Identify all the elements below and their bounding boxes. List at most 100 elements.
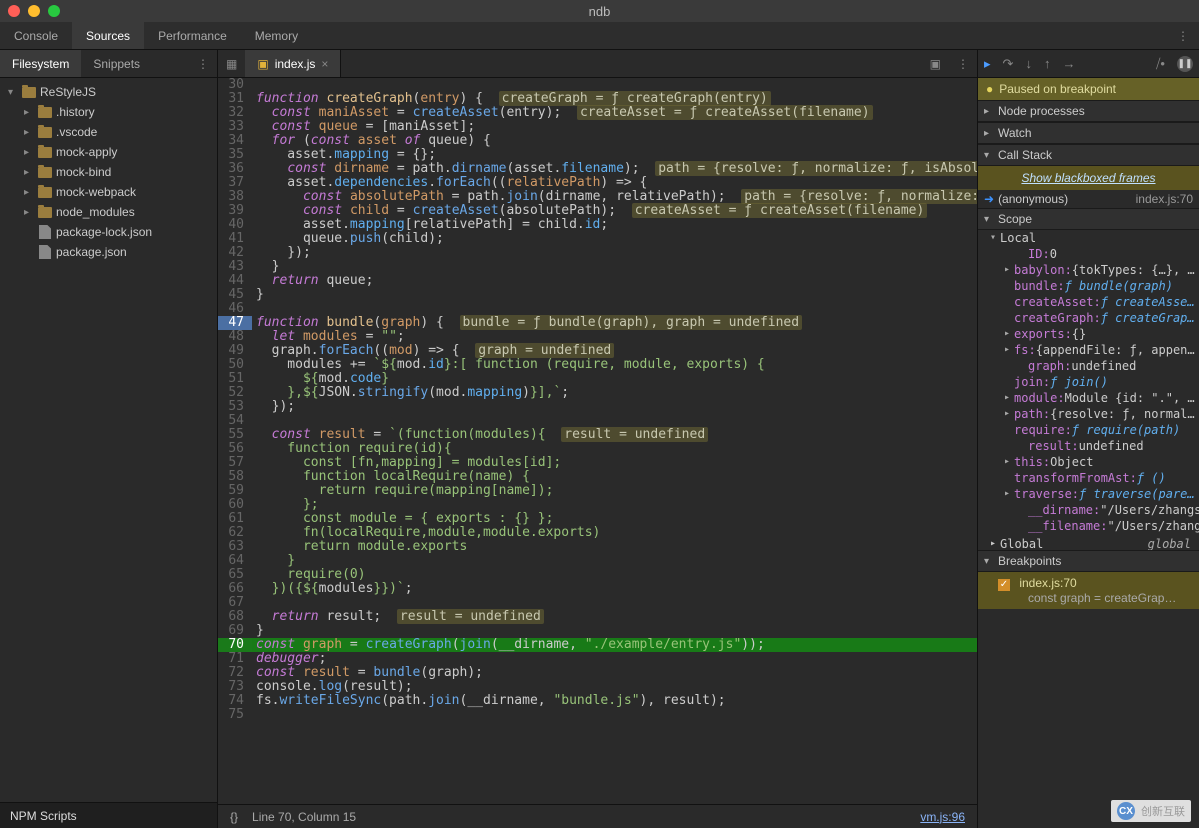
code-line[interactable]: } [252, 554, 977, 568]
code-line[interactable]: return require(mapping[name]); [252, 484, 977, 498]
scope-local[interactable]: ▾Local [982, 230, 1199, 246]
folder-node[interactable]: ▸mock-bind [0, 162, 217, 182]
code-line[interactable]: return result; result = undefined [252, 610, 977, 624]
line-number[interactable]: 63 [218, 540, 252, 554]
code-line[interactable]: const graph = createGraph(join(__dirname… [252, 638, 977, 652]
line-number[interactable]: 53 [218, 400, 252, 414]
code-line[interactable]: function require(id){ [252, 442, 977, 456]
folder-node[interactable]: ▸mock-apply [0, 142, 217, 162]
line-number[interactable]: 66 [218, 582, 252, 596]
section-call-stack[interactable]: ▾Call Stack [978, 144, 1199, 166]
scope-variable[interactable]: createAsset: ƒ createAsse… [982, 294, 1199, 310]
close-tab-icon[interactable]: × [321, 57, 328, 71]
tab-performance[interactable]: Performance [144, 22, 241, 49]
line-number[interactable]: 60 [218, 498, 252, 512]
line-number[interactable]: 48 [218, 330, 252, 344]
tab-console[interactable]: Console [0, 22, 72, 49]
callstack-frame[interactable]: ➜ (anonymous) index.js:70 [978, 190, 1199, 208]
section-scope[interactable]: ▾Scope [978, 208, 1199, 230]
code-line[interactable]: const result = bundle(graph); [252, 666, 977, 680]
scope-variable[interactable]: result: undefined [982, 438, 1199, 454]
line-number[interactable]: 57 [218, 456, 252, 470]
line-number[interactable]: 50 [218, 358, 252, 372]
scope-variable[interactable]: join: ƒ join() [982, 374, 1199, 390]
code-line[interactable]: const queue = [maniAsset]; [252, 120, 977, 134]
code-line[interactable]: console.log(result); [252, 680, 977, 694]
code-line[interactable]: asset.mapping[relativePath] = child.id; [252, 218, 977, 232]
zoom-window-icon[interactable] [48, 5, 60, 17]
line-number[interactable]: 42 [218, 246, 252, 260]
code-line[interactable]: debugger; [252, 652, 977, 666]
pretty-print-icon[interactable]: {} [230, 810, 238, 824]
scope-variable[interactable]: bundle: ƒ bundle(graph) [982, 278, 1199, 294]
scope-variable[interactable]: graph: undefined [982, 358, 1199, 374]
scope-variable[interactable]: ID: 0 [982, 246, 1199, 262]
scope-global[interactable]: ▸ Global global [982, 534, 1199, 550]
line-number[interactable]: 65 [218, 568, 252, 582]
scope-variable[interactable]: ▸traverse: ƒ traverse(pare… [982, 486, 1199, 502]
scope-variable[interactable]: require: ƒ require(path) [982, 422, 1199, 438]
line-number[interactable]: 51 [218, 372, 252, 386]
tab-sources[interactable]: Sources [72, 22, 144, 49]
line-number[interactable]: 64 [218, 554, 252, 568]
scope-variable[interactable]: __dirname: "/Users/zhangs… [982, 502, 1199, 518]
scope-variable[interactable]: ▸module: Module {id: ".", … [982, 390, 1199, 406]
line-number[interactable]: 68 [218, 610, 252, 624]
scope-variable[interactable]: ▸this: Object [982, 454, 1199, 470]
code-line[interactable]: }); [252, 246, 977, 260]
line-number[interactable]: 75 [218, 708, 252, 722]
section-watch[interactable]: ▸Watch [978, 122, 1199, 144]
line-number[interactable]: 73 [218, 680, 252, 694]
line-number[interactable]: 46 [218, 302, 252, 316]
show-blackboxed-frames[interactable]: Show blackboxed frames [978, 168, 1199, 188]
code-line[interactable]: asset.dependencies.forEach((relativePath… [252, 176, 977, 190]
tab-filesystem[interactable]: Filesystem [0, 50, 81, 77]
line-number[interactable]: 33 [218, 120, 252, 134]
folder-node[interactable]: ▸mock-webpack [0, 182, 217, 202]
code-line[interactable]: const maniAsset = createAsset(entry); cr… [252, 106, 977, 120]
step-out-icon[interactable]: ↑ [1044, 56, 1051, 71]
line-number[interactable]: 70 [218, 638, 252, 652]
step-icon[interactable]: → [1062, 56, 1075, 71]
code-editor[interactable]: 3031function createGraph(entry) { create… [218, 78, 977, 804]
breakpoint-item[interactable]: ✓ index.js:70 const graph = createGrap… [978, 574, 1199, 607]
close-window-icon[interactable] [8, 5, 20, 17]
code-line[interactable]: ${mod.code} [252, 372, 977, 386]
step-into-icon[interactable]: ↓ [1025, 56, 1032, 71]
code-line[interactable]: queue.push(child); [252, 232, 977, 246]
folder-node[interactable]: ▾ReStyleJS [0, 82, 217, 102]
scope-variable[interactable]: ▸fs: {appendFile: ƒ, appen… [982, 342, 1199, 358]
editor-more-icon[interactable]: ⋮ [949, 50, 977, 77]
line-number[interactable]: 62 [218, 526, 252, 540]
line-number[interactable]: 34 [218, 134, 252, 148]
line-number[interactable]: 45 [218, 288, 252, 302]
nav-file-tree-icon[interactable]: ▦ [218, 50, 245, 77]
code-line[interactable]: graph.forEach((mod) => { graph = undefin… [252, 344, 977, 358]
scope-variable[interactable]: createGraph: ƒ createGrap… [982, 310, 1199, 326]
line-number[interactable]: 55 [218, 428, 252, 442]
scope-variable[interactable]: ▸exports: {} [982, 326, 1199, 342]
code-line[interactable]: }; [252, 498, 977, 512]
line-number[interactable]: 38 [218, 190, 252, 204]
line-number[interactable]: 32 [218, 106, 252, 120]
tab-memory[interactable]: Memory [241, 22, 312, 49]
minimize-window-icon[interactable] [28, 5, 40, 17]
code-line[interactable]: require(0) [252, 568, 977, 582]
section-node-processes[interactable]: ▸Node processes [978, 100, 1199, 122]
line-number[interactable]: 36 [218, 162, 252, 176]
line-number[interactable]: 58 [218, 470, 252, 484]
code-line[interactable]: }); [252, 400, 977, 414]
code-line[interactable]: modules += `${mod.id}:[ function (requir… [252, 358, 977, 372]
code-line[interactable]: fn(localRequire,module,module.exports) [252, 526, 977, 540]
code-line[interactable]: } [252, 624, 977, 638]
code-line[interactable]: function createGraph(entry) { createGrap… [252, 92, 977, 106]
line-number[interactable]: 49 [218, 344, 252, 358]
file-node[interactable]: package-lock.json [0, 222, 217, 242]
file-tree[interactable]: ▾ReStyleJS▸.history▸.vscode▸mock-apply▸m… [0, 78, 217, 802]
code-line[interactable]: const child = createAsset(absolutePath);… [252, 204, 977, 218]
npm-scripts-panel[interactable]: NPM Scripts [0, 802, 217, 828]
line-number[interactable]: 67 [218, 596, 252, 610]
line-number[interactable]: 41 [218, 232, 252, 246]
code-line[interactable]: } [252, 288, 977, 302]
folder-node[interactable]: ▸.history [0, 102, 217, 122]
